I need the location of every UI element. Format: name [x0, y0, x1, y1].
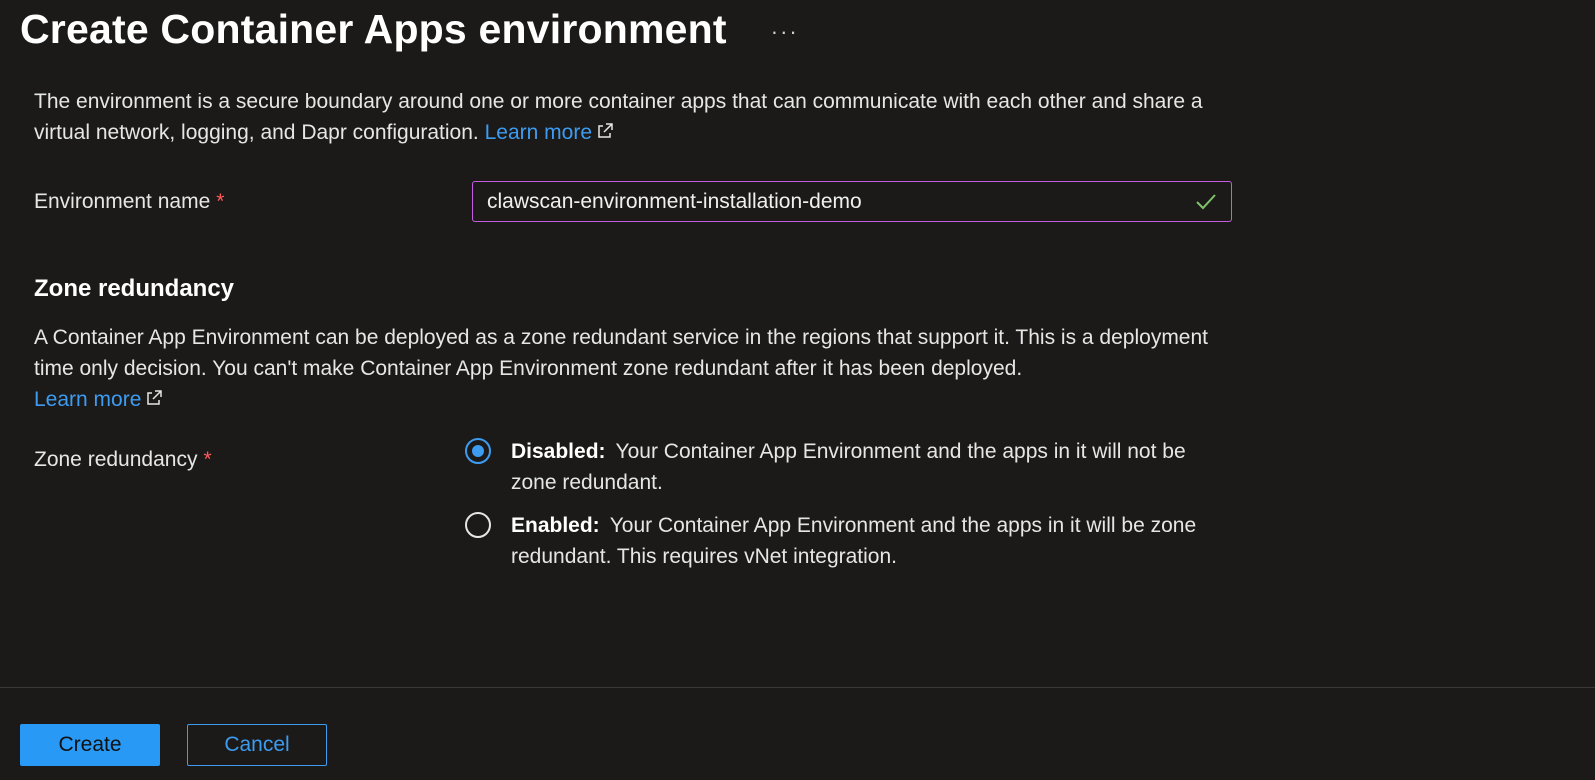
- radio-enabled-description: Your Container App Environment and the a…: [511, 514, 1197, 568]
- environment-name-field[interactable]: [472, 181, 1232, 222]
- zone-redundancy-description: A Container App Environment can be deplo…: [34, 322, 1244, 415]
- radio-enabled-text: Enabled: Your Container App Environment a…: [511, 510, 1224, 572]
- zone-learn-more-label: Learn more: [34, 388, 142, 411]
- required-asterisk: *: [203, 448, 212, 471]
- radio-disabled-text: Disabled: Your Container App Environment …: [511, 436, 1224, 498]
- required-asterisk: *: [216, 190, 225, 213]
- intro-paragraph: The environment is a secure boundary aro…: [34, 93, 1244, 148]
- intro-learn-more-label: Learn more: [484, 121, 592, 144]
- intro-text-block: The environment is a secure boundary aro…: [34, 93, 1244, 155]
- zone-description-text: A Container App Environment can be deplo…: [34, 326, 1209, 380]
- zone-learn-more-link[interactable]: Learn more: [34, 388, 163, 411]
- zone-redundancy-heading: Zone redundancy: [34, 275, 235, 302]
- radio-enabled-title: Enabled:: [511, 514, 600, 537]
- intro-learn-more-link[interactable]: Learn more: [485, 121, 614, 144]
- radio-button-disabled[interactable]: [465, 438, 491, 464]
- zone-redundancy-label-text: Zone redundancy: [34, 448, 198, 471]
- radio-selected-dot: [472, 445, 484, 457]
- more-options-icon[interactable]: ···: [771, 20, 799, 43]
- title-row: Create Container Apps environment ···: [20, 6, 799, 53]
- create-button[interactable]: Create: [20, 724, 160, 766]
- form-content: The environment is a secure boundary aro…: [34, 93, 1244, 568]
- intro-text: The environment is a secure boundary aro…: [34, 93, 1203, 144]
- radio-button-enabled[interactable]: [465, 512, 491, 538]
- zone-redundancy-radio-group: Disabled: Your Container App Environment …: [464, 436, 1224, 584]
- zone-redundancy-label: Zone redundancy *: [34, 448, 212, 472]
- environment-name-input[interactable]: [473, 182, 1231, 221]
- checkmark-icon: [1196, 194, 1216, 210]
- radio-disabled-description: Your Container App Environment and the a…: [511, 440, 1186, 494]
- environment-name-label-text: Environment name: [34, 190, 211, 213]
- environment-name-label: Environment name *: [34, 190, 224, 214]
- create-environment-page: Create Container Apps environment ··· Th…: [0, 0, 1595, 780]
- radio-option-enabled[interactable]: Enabled: Your Container App Environment a…: [464, 510, 1224, 572]
- cancel-button[interactable]: Cancel: [187, 724, 327, 766]
- radio-disabled-title: Disabled:: [511, 440, 606, 463]
- external-link-icon: [598, 123, 613, 138]
- external-link-icon: [147, 390, 163, 405]
- radio-option-disabled[interactable]: Disabled: Your Container App Environment …: [464, 436, 1224, 498]
- footer-divider: [0, 687, 1595, 688]
- environment-name-row: Environment name *: [34, 181, 1244, 225]
- page-title: Create Container Apps environment: [20, 6, 727, 52]
